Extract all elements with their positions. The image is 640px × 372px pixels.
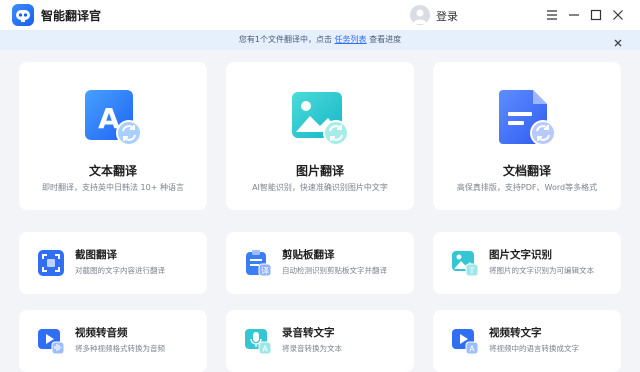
card-desc: 将录音转换为文本 xyxy=(282,344,342,353)
svg-text:A: A xyxy=(469,345,475,354)
card-title: 视频转音频 xyxy=(75,327,128,339)
card-title: 视频转文字 xyxy=(489,327,542,339)
title-bar: 智能翻译官 登录 xyxy=(0,0,640,30)
card-title: 图片文字识别 xyxy=(489,249,552,261)
screenshot-translate-card[interactable]: 截图翻译 对截图的文字内容进行翻译 xyxy=(19,232,207,294)
video-to-text-card[interactable]: A 视频转文字 将视频中的语言转换成文字 xyxy=(433,310,621,372)
app-title: 智能翻译官 xyxy=(41,9,102,23)
notice-suffix: 查看进度 xyxy=(369,35,402,44)
task-list-link[interactable]: 任务列表 xyxy=(335,35,367,44)
maximize-icon[interactable] xyxy=(587,6,605,24)
image-translate-card[interactable]: 图片翻译 AI智能识别，快速准确识别图片中文字 xyxy=(226,62,414,210)
svg-text:A: A xyxy=(262,345,268,354)
card-title: 截图翻译 xyxy=(75,249,117,261)
menu-icon[interactable] xyxy=(543,6,561,24)
text-translate-card[interactable]: A 文本翻译 即时翻译，支持英中日韩法 10+ 种语言 xyxy=(19,62,207,210)
screenshot-translate-icon xyxy=(37,249,65,277)
close-window-icon[interactable] xyxy=(609,6,627,24)
video-to-audio-card[interactable]: 视频转音频 将多种视频格式转换为音频 xyxy=(19,310,207,372)
notice-bar: 您有1个文件翻译中，点击 任务列表 查看进度 xyxy=(0,30,640,50)
audio-to-text-card[interactable]: A 录音转文字 将录音转换为文本 xyxy=(226,310,414,372)
card-desc: 自动检测识别剪贴板文字并翻译 xyxy=(282,266,387,275)
card-desc: 对截图的文字内容进行翻译 xyxy=(75,266,165,275)
card-desc: AI智能识别，快速准确识别图片中文字 xyxy=(252,183,388,192)
video-to-text-icon: A xyxy=(451,327,479,355)
card-desc: 即时翻译，支持英中日韩法 10+ 种语言 xyxy=(42,183,184,192)
clipboard-translate-card[interactable]: 译 剪贴板翻译 自动检测识别剪贴板文字并翻译 xyxy=(226,232,414,294)
card-title: 图片翻译 xyxy=(295,164,344,178)
user-avatar-icon[interactable] xyxy=(410,5,430,25)
app-logo-icon xyxy=(12,4,34,26)
card-title: 文本翻译 xyxy=(88,164,137,178)
notice-prefix: 您有1个文件翻译中，点击 xyxy=(238,35,332,44)
notice-text: 您有1个文件翻译中，点击 任务列表 查看进度 xyxy=(0,34,640,45)
card-title: 录音转文字 xyxy=(282,327,335,339)
text-translate-icon: A xyxy=(83,88,143,148)
video-to-audio-icon xyxy=(37,327,65,355)
card-title: 剪贴板翻译 xyxy=(282,249,335,261)
svg-text:译: 译 xyxy=(261,267,269,276)
login-link[interactable]: 登录 xyxy=(436,8,458,24)
image-ocr-icon: T xyxy=(451,249,479,277)
close-icon[interactable] xyxy=(612,34,624,47)
svg-text:T: T xyxy=(469,267,475,276)
image-translate-icon xyxy=(290,88,350,148)
image-ocr-card[interactable]: T 图片文字识别 将图片的文字识别为可编辑文本 xyxy=(433,232,621,294)
minimize-icon[interactable] xyxy=(565,6,583,24)
document-translate-card[interactable]: 文档翻译 高保真排版，支持PDF、Word等多格式 xyxy=(433,62,621,210)
card-desc: 将图片的文字识别为可编辑文本 xyxy=(489,266,594,275)
clipboard-translate-icon: 译 xyxy=(244,249,272,277)
audio-to-text-icon: A xyxy=(244,327,272,355)
card-title: 文档翻译 xyxy=(502,164,551,178)
card-desc: 将多种视频格式转换为音频 xyxy=(75,344,165,353)
card-desc: 高保真排版，支持PDF、Word等多格式 xyxy=(456,183,598,192)
document-translate-icon xyxy=(497,88,557,148)
card-desc: 将视频中的语言转换成文字 xyxy=(489,344,579,353)
